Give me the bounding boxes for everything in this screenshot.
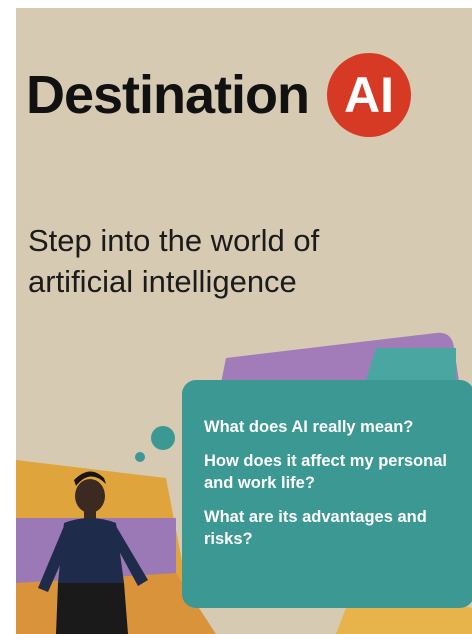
bubble-large [151, 426, 175, 450]
teal-shape [366, 348, 456, 380]
questions-card: What does AI really mean? How does it af… [182, 380, 472, 608]
poster: Destination AI Step into the world of ar… [16, 8, 472, 634]
question-2: How does it affect my personal and work … [204, 452, 447, 492]
bubble-small [135, 452, 145, 462]
question-1: What does AI really mean? [204, 418, 414, 436]
question-3: What are its advantages and risks? [204, 508, 427, 548]
